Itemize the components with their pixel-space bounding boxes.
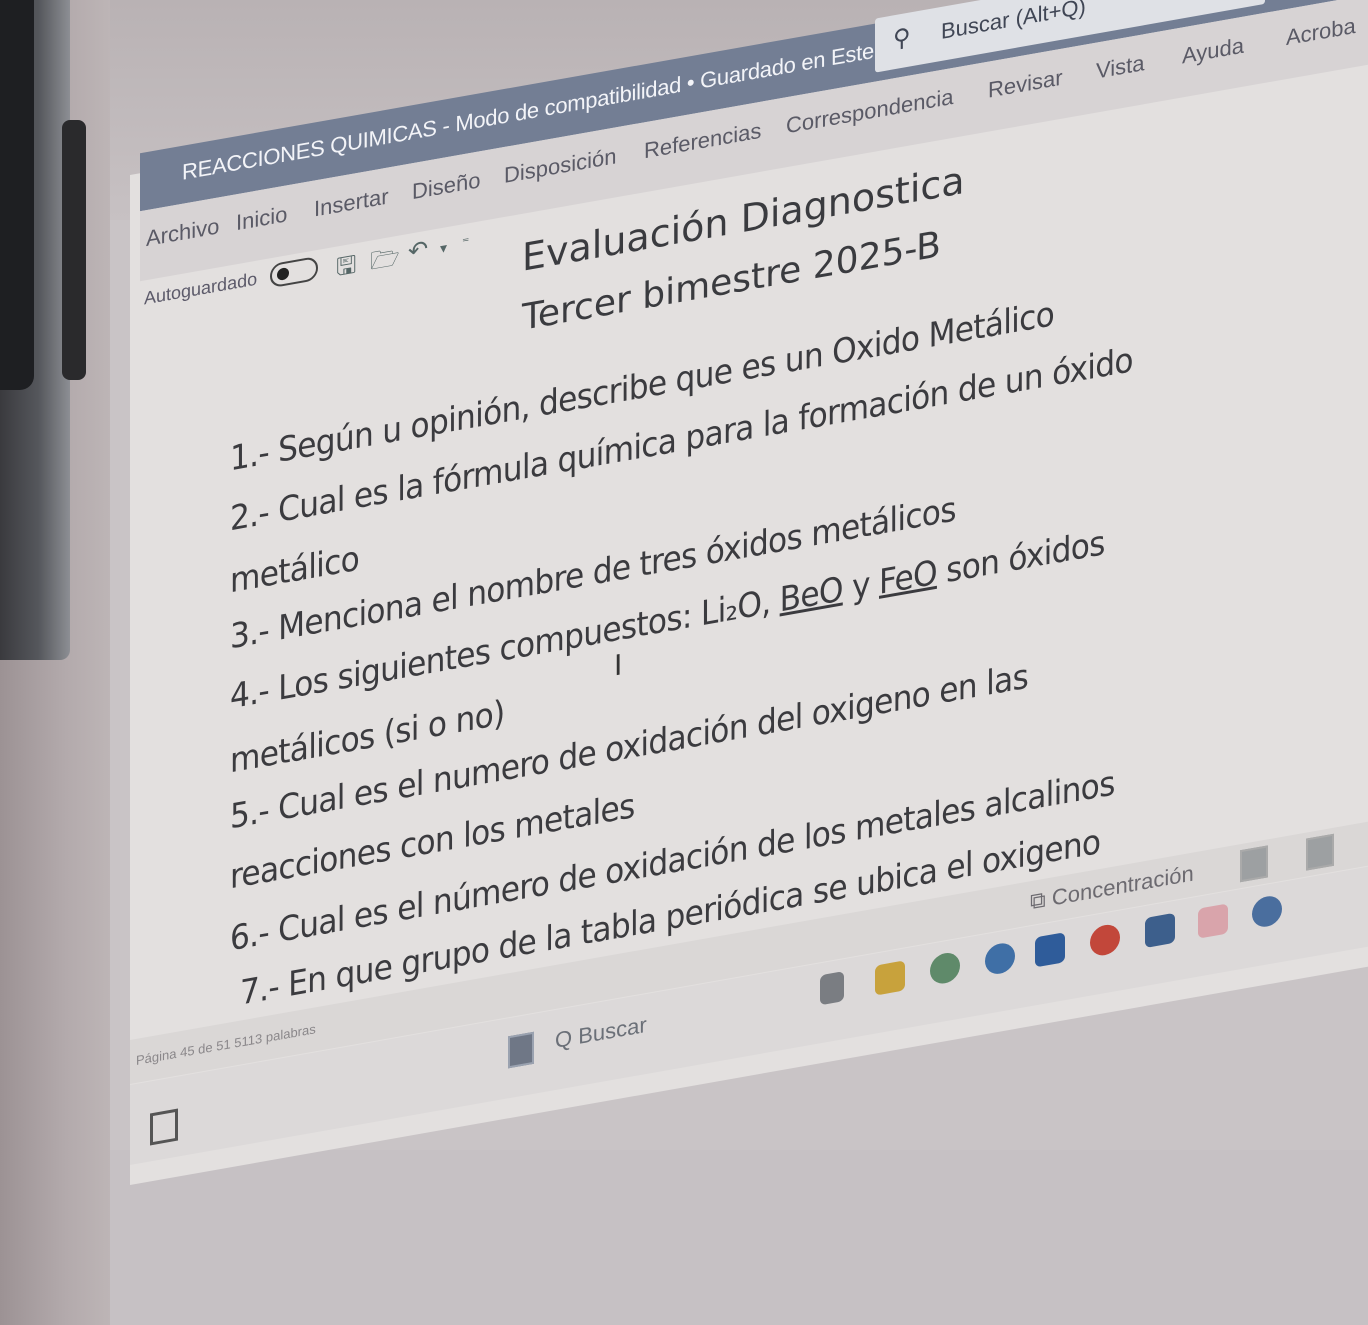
- open-folder-icon[interactable]: 🗁: [370, 239, 400, 285]
- tab-acrobat[interactable]: Acroba: [1286, 13, 1356, 51]
- app-icon[interactable]: [820, 971, 844, 1006]
- powerpoint-icon[interactable]: [1090, 922, 1120, 958]
- widgets-icon[interactable]: [150, 1108, 178, 1146]
- tab-diseno[interactable]: Diseño: [412, 167, 480, 205]
- browser-icon[interactable]: [1198, 903, 1228, 939]
- tab-insertar[interactable]: Insertar: [314, 183, 389, 222]
- search-icon: ⚲: [893, 23, 911, 54]
- separator: y: [842, 562, 879, 610]
- word-window: REACCIONES QUIMICAS - Modo de compatibil…: [130, 0, 1368, 1186]
- autosave-toggle[interactable]: [270, 255, 318, 289]
- tab-ayuda[interactable]: Ayuda: [1182, 33, 1244, 70]
- separator: ,: [761, 580, 780, 624]
- customize-icon[interactable]: ⁼: [462, 233, 469, 251]
- save-icon[interactable]: 🖫: [336, 247, 356, 292]
- tab-correspondencia[interactable]: Correspondencia: [786, 84, 954, 140]
- folder-icon[interactable]: [875, 960, 905, 996]
- tab-disposicion[interactable]: Disposición: [504, 143, 617, 189]
- projected-screen: REACCIONES QUIMICAS - Modo de compatibil…: [0, 0, 1368, 1325]
- chevron-down-icon[interactable]: ▾: [440, 239, 447, 257]
- print-layout-icon[interactable]: [1306, 833, 1334, 871]
- undo-icon[interactable]: ↶: [408, 234, 428, 267]
- tab-inicio[interactable]: Inicio: [236, 201, 287, 236]
- mail-icon[interactable]: [1145, 912, 1175, 949]
- start-icon[interactable]: [508, 1031, 534, 1069]
- taskbar-search[interactable]: Q Buscar: [555, 1012, 647, 1054]
- chrome-icon[interactable]: [930, 950, 960, 986]
- read-mode-icon[interactable]: [1240, 845, 1268, 883]
- tab-referencias[interactable]: Referencias: [644, 118, 761, 165]
- word-icon[interactable]: [1035, 932, 1065, 968]
- text-cursor: I: [614, 648, 623, 683]
- teams-icon[interactable]: [1252, 893, 1282, 930]
- search-label: Buscar (Alt+Q): [941, 0, 1086, 44]
- tab-vista[interactable]: Vista: [1096, 50, 1145, 85]
- tab-archivo[interactable]: Archivo: [146, 213, 219, 252]
- edge-icon[interactable]: [985, 940, 1015, 977]
- tab-revisar[interactable]: Revisar: [988, 65, 1063, 104]
- focus-icon: ⧉: [1030, 886, 1046, 915]
